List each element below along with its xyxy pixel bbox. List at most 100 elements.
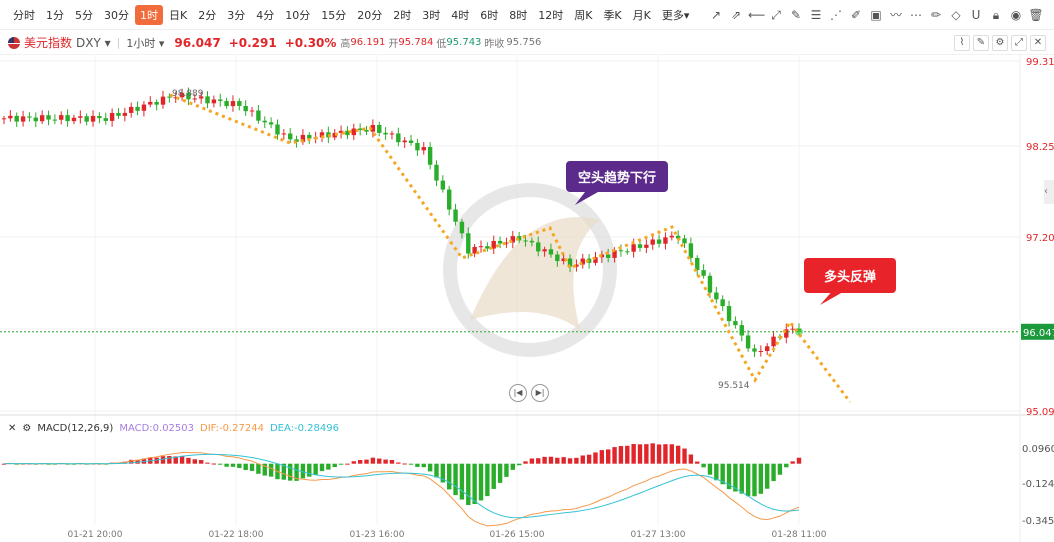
macd-histogram-bar <box>249 463 255 471</box>
macd-histogram-bar <box>688 454 694 464</box>
current-price-label: 96.047 <box>1023 328 1054 339</box>
macd-title[interactable]: MACD(12,26,9) <box>37 423 113 434</box>
time-tick: 01-22 18:00 <box>209 530 264 540</box>
candle <box>447 189 452 210</box>
macd-histogram-bar <box>192 459 197 464</box>
candle <box>701 270 706 276</box>
macd-histogram-bar <box>307 463 312 477</box>
candle <box>650 239 655 245</box>
macd-histogram-bar <box>790 461 795 464</box>
close-indicator-icon[interactable]: ✕ <box>8 423 16 434</box>
macd-histogram-bar <box>421 463 426 468</box>
macd-histogram-bar <box>402 463 407 465</box>
candle <box>427 147 433 165</box>
macd-histogram-bar <box>205 462 210 464</box>
candle <box>529 240 535 243</box>
candle <box>726 306 732 322</box>
candle <box>84 116 89 122</box>
candle <box>224 100 229 107</box>
candle <box>453 209 458 222</box>
candle <box>288 133 293 140</box>
macd-histogram-bar <box>752 463 757 497</box>
candle <box>148 101 153 105</box>
watermark-logo <box>470 217 600 330</box>
macd-histogram-bar <box>319 463 325 472</box>
macd-histogram-bar <box>415 463 420 467</box>
macd-histogram-bar <box>179 455 185 464</box>
candle <box>357 128 363 131</box>
macd-histogram-bar <box>351 461 356 464</box>
candle <box>377 124 382 133</box>
macd-histogram-bar <box>606 449 611 464</box>
macd-legend: ✕ ⚙ MACD(12,26,9) MACD:0.02503 DIF:-0.27… <box>8 423 339 434</box>
macd-histogram-bar <box>243 463 248 471</box>
macd-histogram-bar <box>656 444 662 464</box>
trend-arrow-path <box>169 93 852 403</box>
time-tick: 01-21 20:00 <box>68 530 123 540</box>
collapse-panel-button[interactable]: ‹ <box>1044 180 1054 204</box>
macd-histogram-bar <box>777 463 783 475</box>
candle <box>230 101 236 107</box>
candle <box>682 238 687 244</box>
macd-histogram-bar <box>218 463 223 465</box>
candle <box>205 96 210 104</box>
candle <box>256 110 261 121</box>
candle <box>663 237 668 244</box>
macd-histogram-bar <box>485 463 490 497</box>
candle <box>752 348 757 352</box>
macd-histogram-bar <box>695 461 700 464</box>
macd-histogram-bar <box>313 463 318 475</box>
macd-histogram-bar <box>186 457 191 464</box>
macd-histogram-bar <box>675 445 681 464</box>
candle <box>275 124 280 135</box>
candle <box>78 116 83 118</box>
candle <box>669 235 674 238</box>
high-mark: 98.889 <box>172 89 204 99</box>
candle <box>122 112 128 116</box>
macd-histogram-bar <box>644 444 649 464</box>
macd-histogram-bar <box>364 459 369 464</box>
macd-histogram-bar <box>510 463 515 470</box>
candle <box>1 118 7 120</box>
macd-histogram-bar <box>160 456 166 464</box>
candle <box>249 110 255 112</box>
candle <box>459 221 465 234</box>
candle <box>268 122 274 125</box>
candle <box>606 254 611 258</box>
time-tick: 01-23 16:00 <box>350 530 405 540</box>
scroll-start-button[interactable]: |◀ <box>509 384 527 402</box>
candle <box>536 242 541 252</box>
macd-histogram-bar <box>523 461 528 464</box>
indicator-settings-icon[interactable]: ⚙ <box>22 423 31 434</box>
candle <box>103 118 108 121</box>
price-tick: 99.311 <box>1026 57 1054 68</box>
macd-histogram-bar <box>504 463 509 477</box>
candle <box>154 101 159 105</box>
candle <box>59 115 64 120</box>
macd-histogram-bar <box>593 452 598 464</box>
candle <box>771 336 776 347</box>
candle <box>90 115 96 122</box>
candle <box>555 254 560 262</box>
candle <box>714 292 719 300</box>
macd-histogram-bar <box>586 454 592 464</box>
candle <box>160 96 166 105</box>
macd-tick: -0.34543 <box>1022 516 1054 527</box>
macd-histogram-bar <box>682 448 687 464</box>
macd-histogram-bar <box>211 463 217 465</box>
low-mark: 95.514 <box>718 381 750 391</box>
candle <box>211 99 217 104</box>
candle <box>644 244 649 248</box>
candle <box>237 101 242 106</box>
macd-histogram-bar <box>345 463 350 465</box>
candle <box>39 115 45 122</box>
scroll-end-button[interactable]: ▶| <box>531 384 549 402</box>
macd-histogram-bar <box>453 463 458 496</box>
candle <box>27 116 32 118</box>
macd-histogram-bar <box>288 463 293 481</box>
macd-histogram-bar <box>796 457 802 464</box>
candle <box>421 147 426 151</box>
macd-histogram-bar <box>224 463 229 467</box>
macd-histogram-bar <box>377 458 382 464</box>
macd-histogram-bar <box>389 459 395 464</box>
